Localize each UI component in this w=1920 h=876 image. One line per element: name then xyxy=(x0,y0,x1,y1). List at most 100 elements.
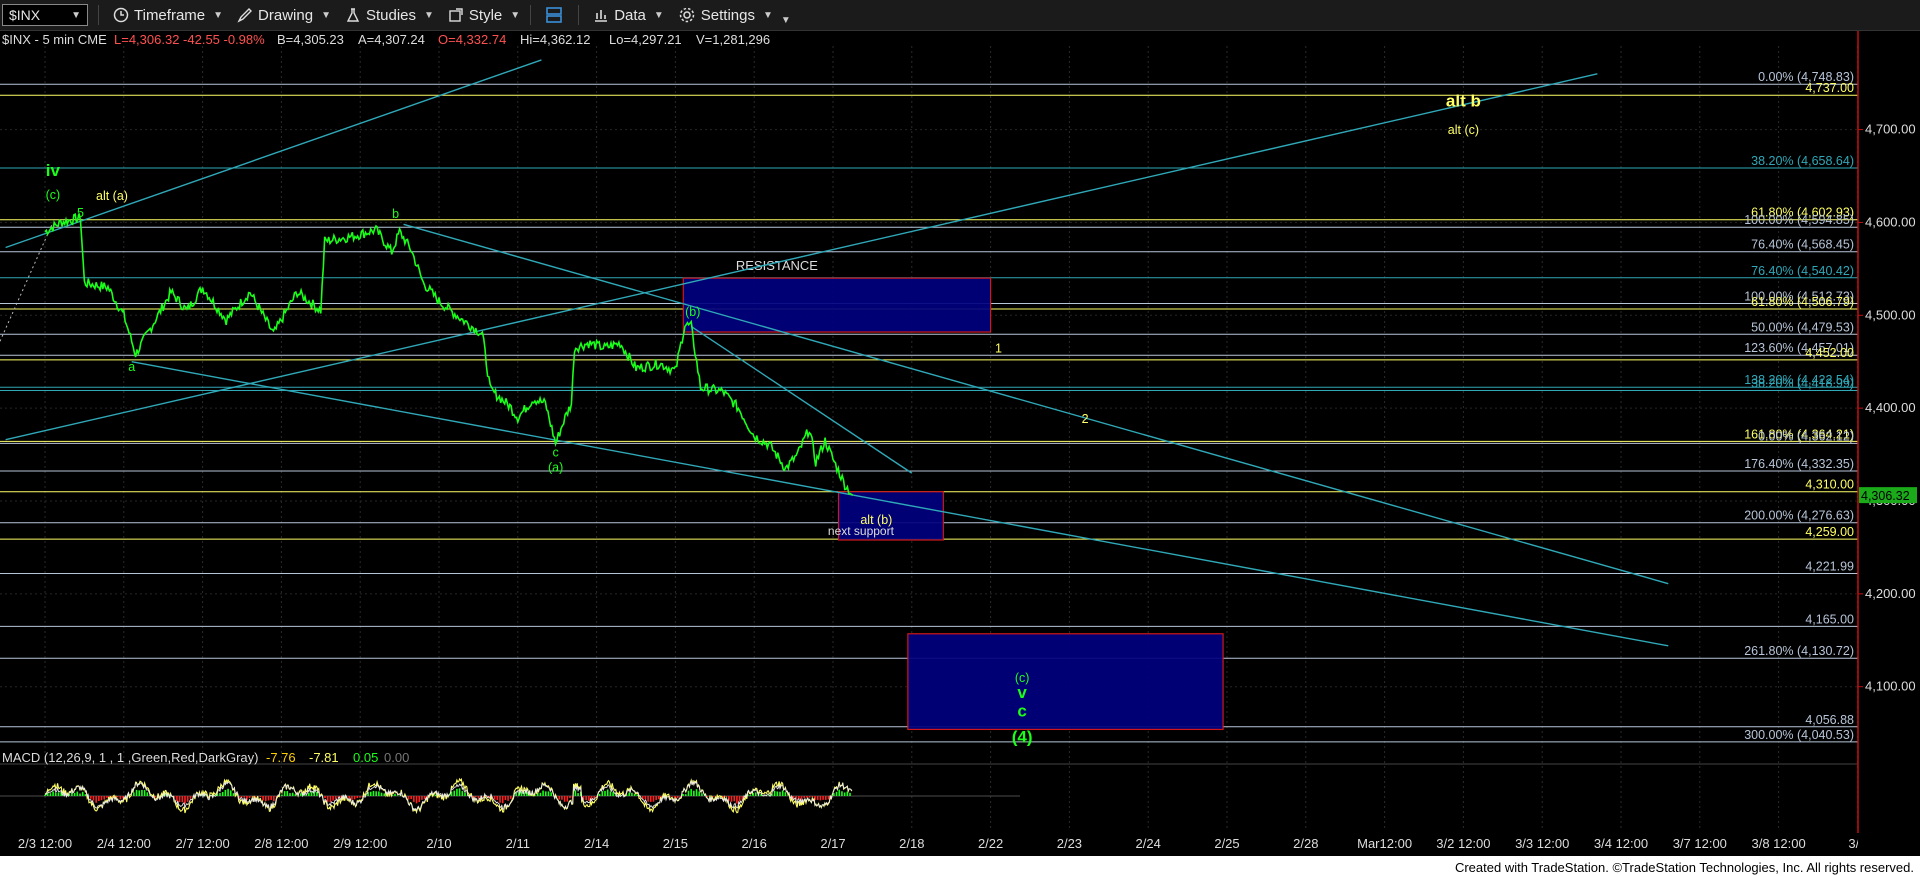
level-label: 4,452.00 xyxy=(1805,346,1854,360)
x-tick-label: 2/11 xyxy=(506,836,530,851)
x-tick-label: 2/3 12:00 xyxy=(18,836,72,851)
wave-label: 1 xyxy=(995,341,1002,355)
x-tick-label: 2/16 xyxy=(742,836,767,851)
studies-menu[interactable]: Studies ▼ xyxy=(345,7,434,24)
chevron-down-icon[interactable]: ▼ xyxy=(781,15,791,26)
header-ask: A=4,307.24 xyxy=(358,32,425,47)
x-tick-label: 3/3 12:00 xyxy=(1515,836,1569,851)
x-tick-label: 2/28 xyxy=(1293,836,1318,851)
x-tick-label: 2/14 xyxy=(584,836,609,851)
layout-button[interactable] xyxy=(545,6,568,24)
y-tick-label: 4,200.00 xyxy=(1865,586,1916,601)
macd-value-1: -7.76 xyxy=(266,750,296,765)
toolbar-divider xyxy=(578,5,580,25)
wave-label: iv xyxy=(46,161,61,180)
footer-copyright: Created with TradeStation. ©TradeStation… xyxy=(1454,860,1914,875)
level-label: 300.00% (4,040.53) xyxy=(1744,728,1854,742)
level-label: 4,259.00 xyxy=(1805,525,1854,539)
header-low: Lo=4,297.21 xyxy=(609,32,682,47)
wave-label: alt b xyxy=(1446,91,1481,110)
level-label: 61.80% (4,506.79) xyxy=(1751,295,1854,309)
chevron-down-icon: ▼ xyxy=(653,9,664,21)
studies-label: Studies xyxy=(365,6,417,24)
chevron-down-icon: ▼ xyxy=(762,9,773,21)
y-tick-label: 4,400.00 xyxy=(1865,400,1916,415)
price-chart[interactable]: 0.00% (4,748.83)4,737.0038.20% (4,658.64… xyxy=(0,31,1920,856)
drawing-menu[interactable]: Drawing ▼ xyxy=(237,7,331,24)
clock-icon xyxy=(113,7,129,23)
data-icon xyxy=(595,10,608,22)
level-label: 38.20% (4,418.99) xyxy=(1751,377,1854,391)
y-tick-label: 4,100.00 xyxy=(1865,679,1916,694)
level-label: 176.40% (4,332.35) xyxy=(1744,457,1854,471)
chevron-down-icon: ▼ xyxy=(510,9,521,21)
zone-box xyxy=(682,277,992,333)
wave-label: 5 xyxy=(77,206,84,220)
wave-label: b xyxy=(392,207,399,221)
style-label: Style xyxy=(468,6,503,24)
x-tick-label: 3/2 12:00 xyxy=(1436,836,1490,851)
style-menu[interactable]: Style ▼ xyxy=(448,7,520,24)
wave-label: c xyxy=(1017,701,1026,720)
chevron-down-icon: ▼ xyxy=(321,9,331,21)
macd-label: MACD (12,26,9, 1 , 1 ,Green,Red,DarkGray… xyxy=(2,750,258,765)
header-bid: B=4,305.23 xyxy=(277,32,344,47)
gear-icon xyxy=(679,7,695,23)
x-tick-label: 2/24 xyxy=(1136,836,1161,851)
wave-label: (c) xyxy=(46,188,61,202)
data-menu[interactable]: Data ▼ xyxy=(593,7,664,24)
macd-value-2: -7.81 xyxy=(309,750,339,765)
wave-label: a xyxy=(128,360,135,374)
level-label: 38.20% (4,658.64) xyxy=(1751,154,1854,168)
wave-label: v xyxy=(1017,683,1027,702)
x-tick-label: 2/8 12:00 xyxy=(254,836,308,851)
chevron-down-icon: ▼ xyxy=(71,9,81,21)
toolbar-divider xyxy=(98,5,99,25)
x-tick-label: 3/4 12:00 xyxy=(1594,836,1648,851)
x-tick-label: 2/22 xyxy=(978,836,1003,851)
x-tick-label: 2/4 12:00 xyxy=(97,836,151,851)
level-label: 50.00% (4,479.53) xyxy=(1751,320,1854,334)
y-tick-label: 4,700.00 xyxy=(1865,122,1916,137)
level-label: 4,165.00 xyxy=(1805,612,1854,626)
zone-label: RESISTANCE xyxy=(736,258,818,273)
level-label: 200.00% (4,276.63) xyxy=(1744,509,1854,523)
x-tick-label: 2/7 12:00 xyxy=(175,836,229,851)
y-tick-label: 4,500.00 xyxy=(1865,307,1916,322)
pencil-icon xyxy=(237,8,253,23)
data-label: Data xyxy=(614,6,646,24)
wave-label: (b) xyxy=(685,305,700,319)
level-label: 4,310.00 xyxy=(1805,478,1854,492)
x-tick-label: 3/7 12:00 xyxy=(1673,836,1727,851)
x-tick-label: 2/17 xyxy=(820,836,845,851)
x-tick-label: 2/9 12:00 xyxy=(333,836,387,851)
x-tick-label: 2/23 xyxy=(1057,836,1082,851)
header-volume: V=1,281,296 xyxy=(696,32,770,47)
macd-value-3: 0.05 xyxy=(353,750,378,765)
wave-label: alt (b) xyxy=(860,513,892,527)
header-symbol-line: $INX - 5 min CME xyxy=(2,32,107,47)
chevron-down-icon: ▼ xyxy=(213,9,224,21)
wave-label: alt (c) xyxy=(1448,123,1479,137)
wave-label: alt (a) xyxy=(96,189,128,203)
x-tick-label: Mar12:00 xyxy=(1357,836,1412,851)
level-label: 76.40% (4,568.45) xyxy=(1751,238,1854,252)
symbol-input[interactable]: $INX ▼ xyxy=(2,4,88,26)
level-label: 4,221.99 xyxy=(1805,559,1854,573)
macd-value-4: 0.00 xyxy=(384,750,409,765)
level-label: 4,737.00 xyxy=(1805,81,1854,95)
level-label: 4,056.88 xyxy=(1805,713,1854,727)
settings-menu[interactable]: Settings ▼ xyxy=(678,6,773,24)
wave-label: (4) xyxy=(1012,727,1033,746)
level-label: 76.40% (4,540.42) xyxy=(1751,264,1854,278)
x-tick-label: 2/18 xyxy=(899,836,924,851)
x-tick-label: 3/8 12:00 xyxy=(1751,836,1805,851)
toolbar-divider xyxy=(530,5,532,25)
timeframe-menu[interactable]: Timeframe ▼ xyxy=(113,7,223,24)
y-axis-panel xyxy=(1858,31,1920,856)
timeframe-label: Timeframe xyxy=(134,6,206,24)
toolbar: $INX ▼ Timeframe ▼ Drawing ▼ Studies ▼ S… xyxy=(0,0,1920,31)
y-tick-label: 4,600.00 xyxy=(1865,214,1916,229)
flask-icon xyxy=(346,8,360,22)
level-label: 261.80% (4,130.72) xyxy=(1744,644,1854,658)
